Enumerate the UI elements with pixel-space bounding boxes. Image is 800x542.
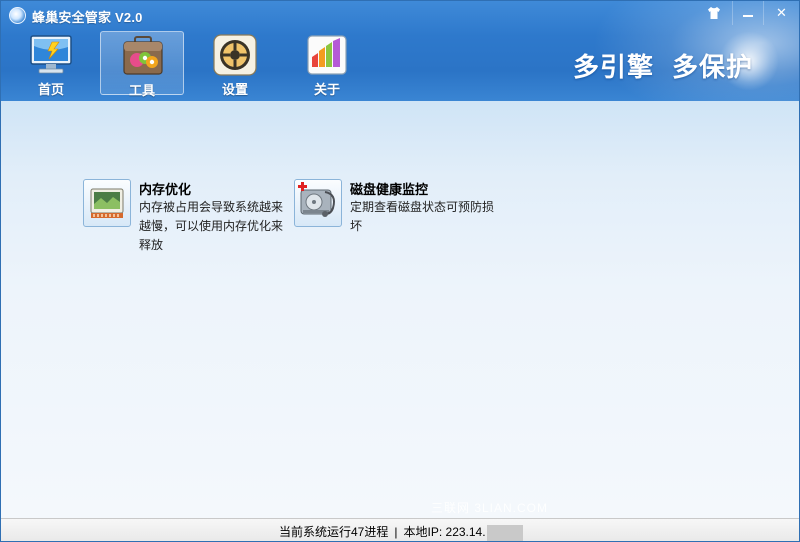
slogan-part-1: 多引擎 (573, 52, 655, 82)
nav-item-about[interactable]: 关于 (285, 31, 369, 97)
tool-disk-health[interactable]: 磁盘健康监控 定期查看磁盘状态可预防损坏 (294, 179, 504, 239)
nav-label-settings: 设置 (221, 82, 248, 97)
chart-card-icon (307, 35, 347, 75)
tool-memory-optimize[interactable]: 内存优化 内存被占用会导致系统越来越慢，可以使用内存优化来释放 (83, 179, 293, 259)
minimize-icon (743, 15, 753, 17)
app-logo-icon (9, 7, 26, 24)
toolbox-icon (123, 36, 163, 75)
tool-description: 定期查看磁盘状态可预防损坏 (350, 200, 495, 233)
main-nav: 首页 工具 设置 关于 (1, 29, 401, 99)
watermark: 三联网 3LIAN.COM (431, 501, 549, 515)
process-count-text: 当前系统运行47进程 (279, 525, 389, 539)
status-separator: | (394, 525, 398, 539)
close-icon: ✕ (776, 5, 787, 20)
nav-label-home: 首页 (37, 82, 64, 97)
skin-button[interactable] (699, 1, 729, 25)
app-window: 蜂巢安全管家 V2.0 ✕ 首页 工具 设置 关于 多引擎 多保护 内存优化 内… (0, 0, 800, 542)
tool-description: 内存被占用会导致系统越来越慢，可以使用内存优化来释放 (139, 200, 284, 252)
close-button[interactable]: ✕ (763, 1, 799, 25)
nav-item-tools[interactable]: 工具 (100, 31, 184, 98)
status-text: 当前系统运行47进程 | 本地IP: 223.14. (279, 523, 523, 541)
header: 蜂巢安全管家 V2.0 ✕ 首页 工具 设置 关于 多引擎 多保护 (1, 1, 799, 101)
disk-health-icon (294, 179, 342, 227)
nav-label-tools: 工具 (128, 83, 155, 98)
ip-label: 本地IP: (403, 525, 443, 539)
nav-item-home[interactable]: 首页 (9, 31, 93, 97)
tools-panel: 内存优化 内存被占用会导致系统越来越慢，可以使用内存优化来释放 磁盘健康监控 定… (1, 101, 799, 518)
tool-name: 磁盘健康监控 (350, 182, 429, 197)
status-bar: 当前系统运行47进程 | 本地IP: 223.14. (1, 518, 799, 541)
shirt-icon (708, 7, 720, 19)
gear-icon (213, 34, 257, 76)
ip-value: 223.14. (445, 525, 486, 539)
nav-item-settings[interactable]: 设置 (193, 31, 277, 97)
nav-label-about: 关于 (313, 82, 340, 97)
ip-redaction (486, 524, 523, 541)
monitor-icon (30, 35, 72, 74)
memory-chip-icon (83, 179, 131, 227)
slogan: 多引擎 多保护 (573, 47, 771, 84)
tool-name: 内存优化 (139, 182, 192, 197)
title-bar[interactable]: 蜂巢安全管家 V2.0 ✕ (1, 1, 799, 29)
slogan-part-2: 多保护 (672, 52, 754, 82)
minimize-button[interactable] (732, 1, 762, 25)
app-title: 蜂巢安全管家 V2.0 (32, 10, 143, 25)
